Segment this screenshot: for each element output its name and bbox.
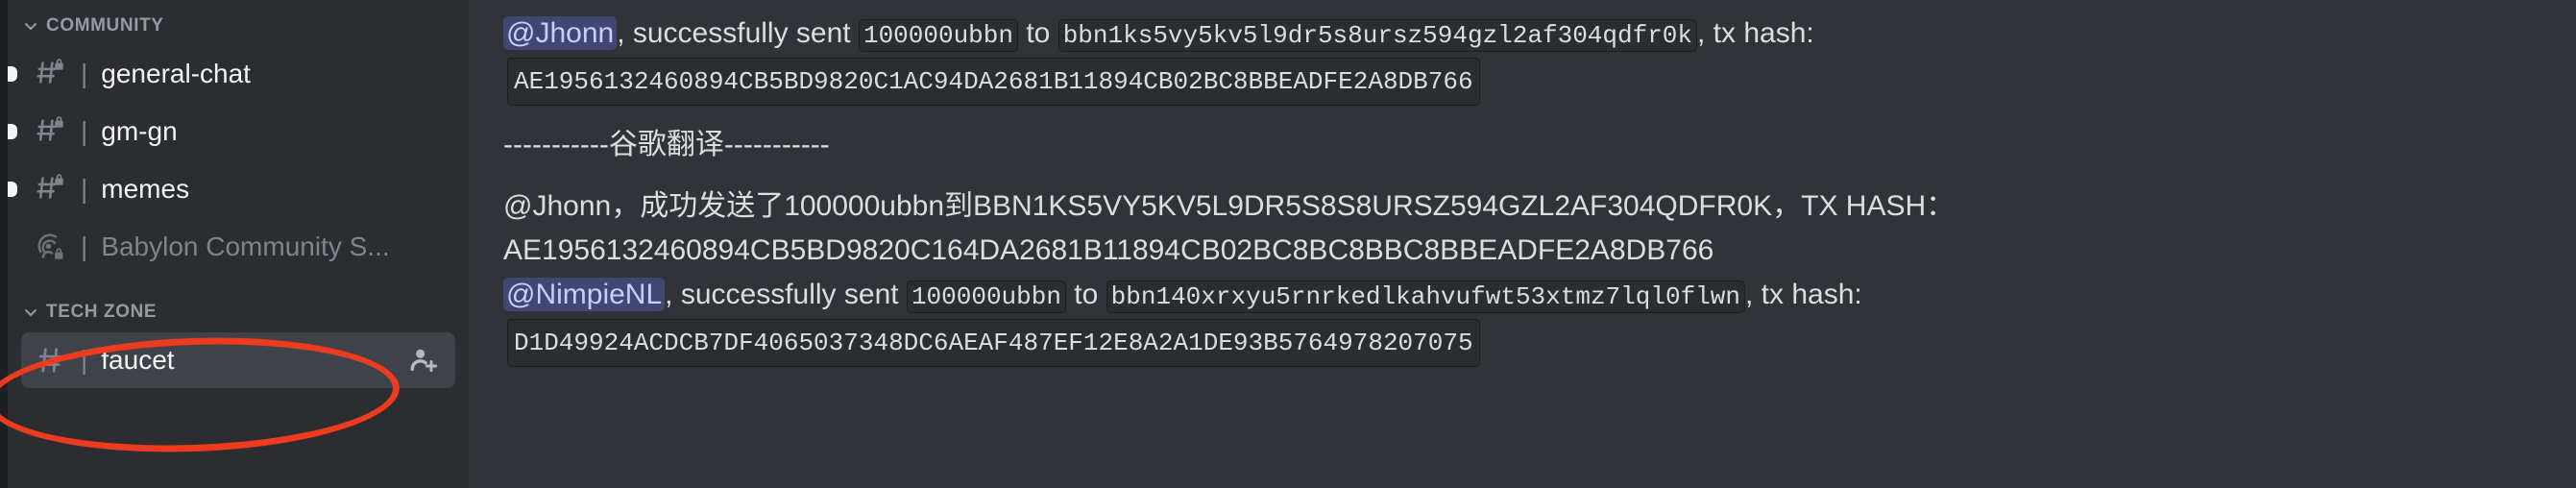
sidebar-item-babylon-community-stage[interactable]: | Babylon Community S... [21,219,455,275]
message-line-jhonn-chinese: @Jhonn，成功发送了100000ubbn到BBN1KS5VY5KV5L9DR… [503,184,2538,229]
code-address: bbn1ks5vy5kv5l9dr5s8ursz594gzl2af304qdfr… [1057,19,1698,52]
channel-separator: | [81,345,88,375]
server-rail [0,0,8,488]
message-text: , tx hash: [1697,17,1814,49]
mention-nimpienl[interactable]: @NimpieNL [503,278,666,311]
chevron-down-icon[interactable] [21,303,40,322]
channel-sidebar: COMMUNITY | general-chat | gm-gn | memes… [0,0,469,488]
message-line-jhonn-success: @Jhonn, successfully sent 100000ubbn to … [503,12,2538,58]
hash-lock-icon [33,171,69,207]
message-line-jhonn-txhash: AE1956132460894CB5BD9820C1AC94DA2681B118… [503,58,2538,106]
add-member-icon[interactable] [405,342,442,378]
sidebar-item-label: general-chat [101,59,251,88]
category-label: COMMUNITY [46,15,164,36]
message-text-chinese: @Jhonn，成功发送了100000ubbn到BBN1KS5VY5KV5L9DR… [503,190,1956,222]
message-text: to [1065,279,1106,310]
mention-jhonn[interactable]: @Jhonn [503,16,618,50]
unread-indicator [8,124,17,139]
chevron-down-icon[interactable] [21,16,40,36]
sidebar-item-gm-gn[interactable]: | gm-gn [8,104,455,159]
sidebar-item-memes[interactable]: | memes [8,161,455,217]
category-label: TECH ZONE [46,302,158,322]
message-text: to [1018,17,1058,49]
message-text: , successfully sent [665,279,907,310]
unread-indicator [8,66,17,82]
sidebar-item-faucet[interactable]: | faucet [21,332,455,388]
message-line-nimpienl-success: @NimpieNL, successfully sent 100000ubbn … [503,273,2538,319]
message-line-jhonn-chinese-hash: AE1956132460894CB5BD9820C164DA2681B11894… [503,229,2538,273]
channel-separator: | [81,59,88,88]
channel-separator: | [81,174,88,204]
sidebar-item-general-chat[interactable]: | general-chat [8,46,455,102]
message-line-nimpienl-txhash: D1D49924ACDCB7DF4065037348DC6AEAF487EF12… [503,319,2538,367]
tx-hash-text: AE1956132460894CB5BD9820C164DA2681B11894… [503,234,1714,266]
code-address: bbn140xrxyu5rnrkedlkahvufwt53xtmz7lql0fl… [1106,281,1745,313]
discord-window: COMMUNITY | general-chat | gm-gn | memes… [0,0,2576,488]
sidebar-item-label: gm-gn [101,116,178,146]
message-line-translate-divider: -----------谷歌翻译----------- [503,123,2538,167]
code-amount: 100000ubbn [858,19,1018,52]
channel-separator: | [81,232,88,261]
category-header-community[interactable]: COMMUNITY [8,8,469,44]
message-list: CCFD7DBCCCBF7E4F385A2FA9077D07E4CC8CD0C0… [469,0,2576,488]
hash-lock-icon [33,56,69,92]
hash-lock-icon [33,113,69,150]
code-amount: 100000ubbn [906,281,1066,313]
tx-hash-text: CCFD7DBCCCBF7E4F385A2FA9077D07E4CC8CD0C0… [503,0,1649,5]
sidebar-item-label: memes [101,174,190,204]
sidebar-item-label: Babylon Community S... [101,232,390,261]
message-text: , tx hash: [1744,279,1862,310]
channel-separator: | [81,116,88,146]
stage-lock-icon [33,229,69,265]
divider-text: -----------谷歌翻译----------- [503,129,830,160]
message-text: , successfully sent [617,17,859,49]
code-tx-hash: D1D49924ACDCB7DF4065037348DC6AEAF487EF12… [507,319,1480,367]
message-line-clipped-top: CCFD7DBCCCBF7E4F385A2FA9077D07E4CC8CD0C0… [503,0,2538,12]
code-tx-hash: AE1956132460894CB5BD9820C1AC94DA2681B118… [507,58,1480,106]
category-header-tech-zone[interactable]: TECH ZONE [8,294,469,330]
hash-icon [33,342,69,378]
sidebar-item-label: faucet [101,345,175,375]
unread-indicator [8,182,17,197]
